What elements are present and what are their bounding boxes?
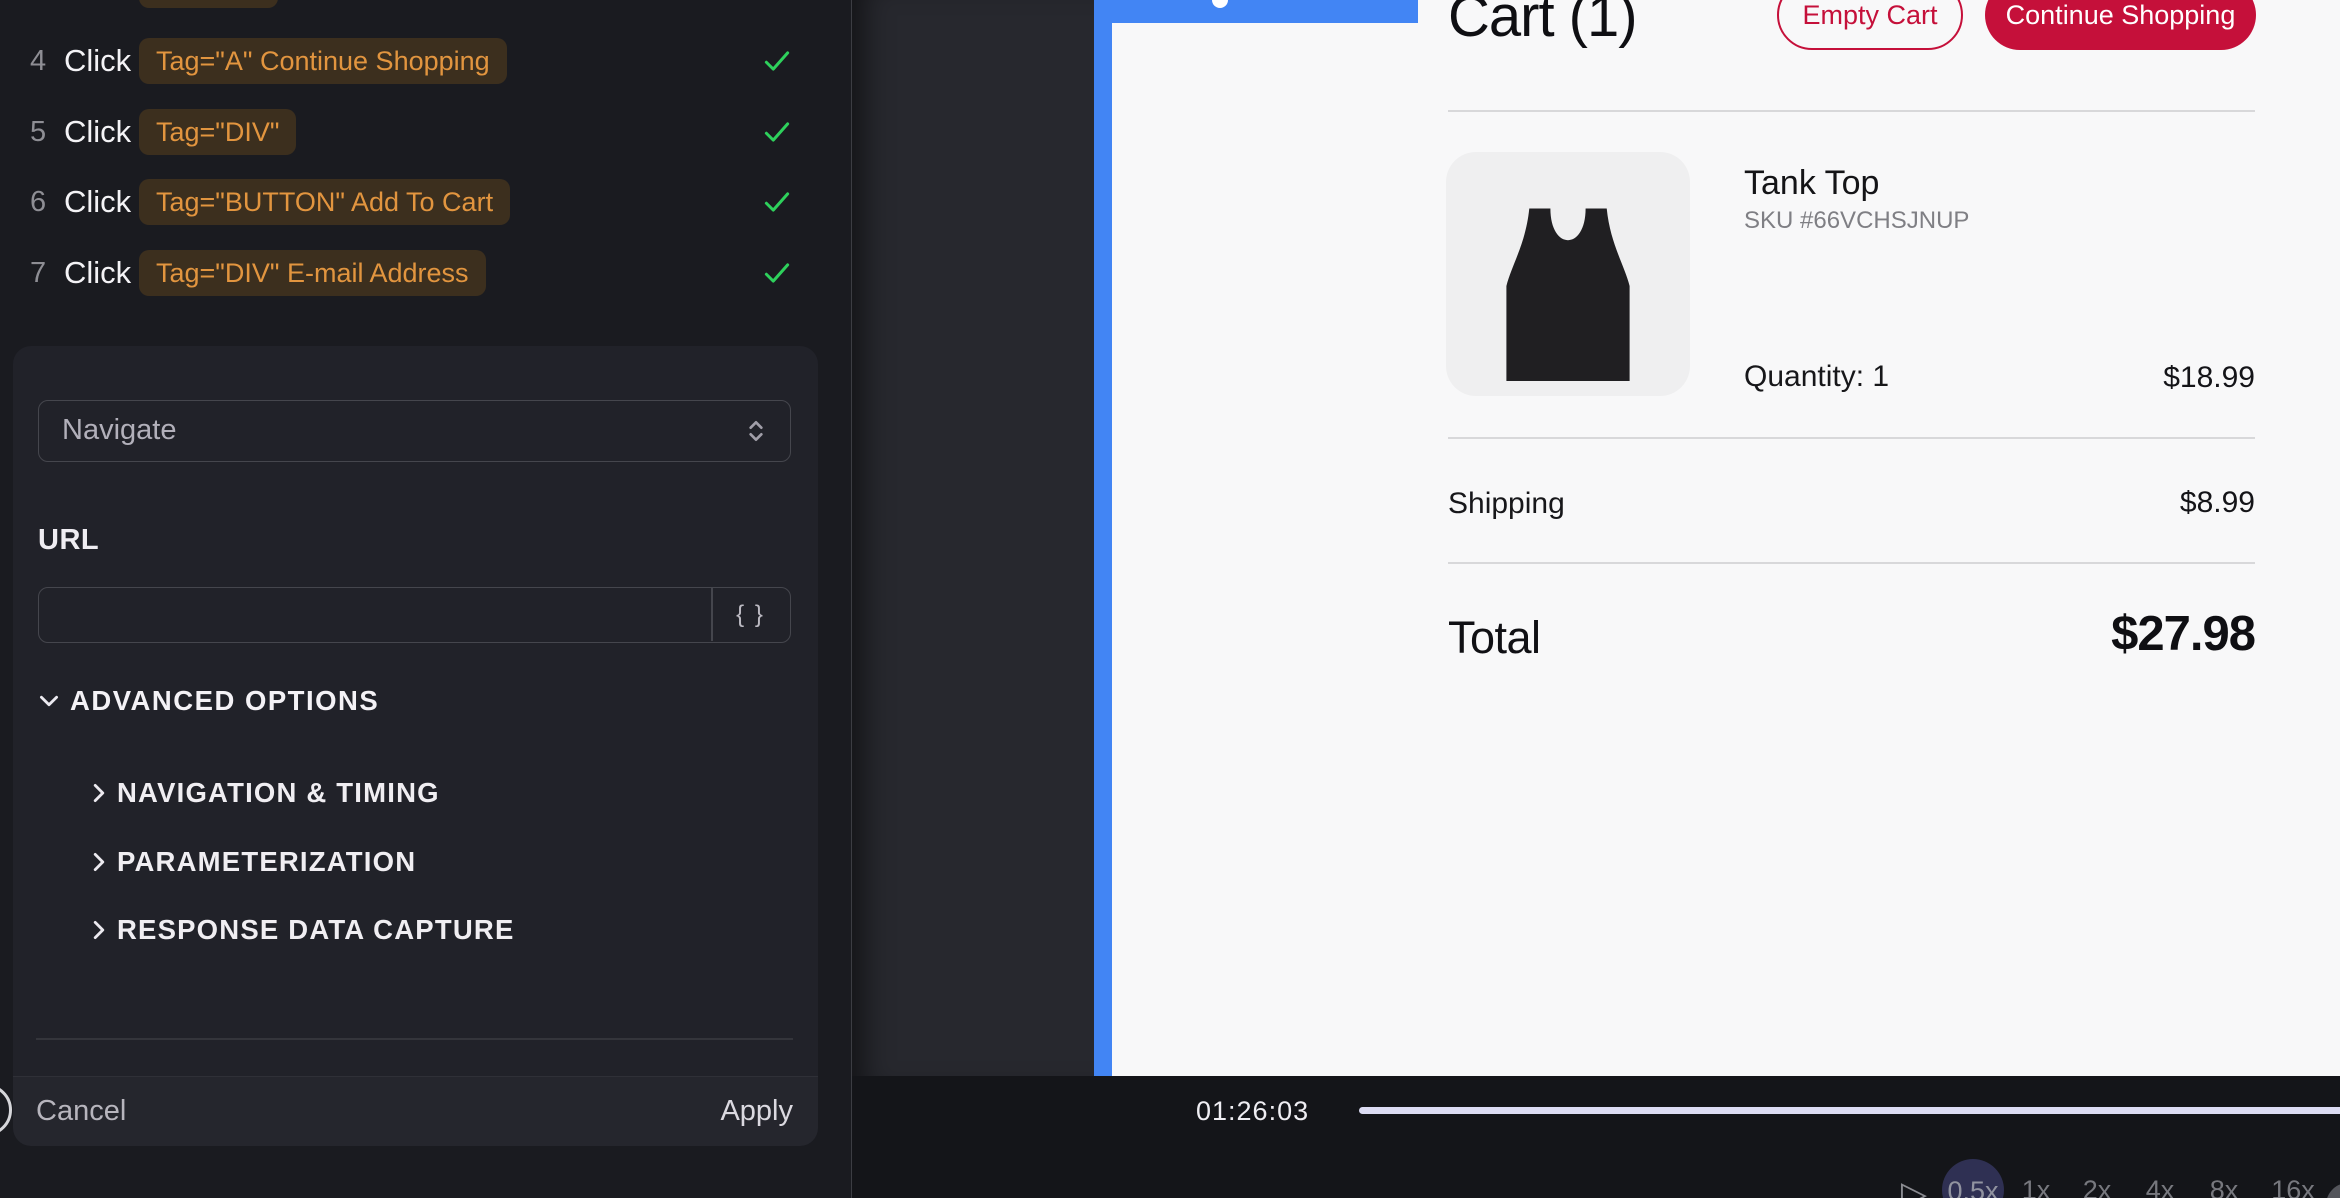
play-icon[interactable]: ▷: [1894, 1174, 1934, 1198]
speed-8x-button[interactable]: 8x: [2194, 1176, 2254, 1198]
cart-page-preview: Cart (1) Empty Cart Continue Shopping Ta…: [1112, 0, 2340, 1076]
speed-1x-button[interactable]: 1x: [2006, 1176, 2066, 1198]
preview-letterbox: [852, 0, 1094, 1076]
player-bar: 01:26:03 ▷ 0.5x 1x 2x 4x 8x 16x: [852, 1076, 2340, 1198]
step-tag-pill[interactable]: Tag="A" Continue Shopping: [139, 38, 507, 84]
step-tag-pill[interactable]: Tag="BUTTON" Add To Cart: [139, 179, 510, 225]
speed-16x-button[interactable]: 16x: [2263, 1176, 2323, 1198]
check-icon: [762, 46, 792, 76]
total-price: $27.98: [2111, 606, 2255, 662]
header-divider: [1448, 110, 2255, 112]
playback-progress-bar[interactable]: [1359, 1107, 2340, 1114]
url-field-label: URL: [38, 524, 99, 557]
step-action-label: Click: [64, 179, 131, 225]
step-tag-pill[interactable]: Tag="DIV": [139, 109, 296, 155]
section-response-data-capture[interactable]: RESPONSE DATA CAPTURE: [117, 916, 515, 944]
section-navigation-timing[interactable]: NAVIGATION & TIMING: [117, 779, 440, 807]
app-window: 4 Click Tag="A" Continue Shopping 5 Clic…: [0, 0, 2340, 1198]
step-row-7[interactable]: 7 Click Tag="DIV" E-mail Address: [0, 250, 851, 296]
product-quantity: Quantity: 1: [1744, 360, 1889, 394]
edge-handle-partial[interactable]: [0, 1084, 12, 1136]
shipping-label: Shipping: [1448, 487, 1565, 521]
empty-cart-button[interactable]: Empty Cart: [1777, 0, 1963, 50]
step-row-5[interactable]: 5 Click Tag="DIV": [0, 109, 851, 155]
cart-title: Cart (1): [1448, 0, 1637, 50]
chevron-down-icon[interactable]: [36, 688, 62, 714]
step-number: 4: [30, 38, 56, 84]
step-editor-panel: Navigate URL { } ADVANCED OPTIONS NAVIGA…: [13, 346, 818, 1146]
apply-button[interactable]: Apply: [720, 1077, 793, 1145]
check-icon: [762, 117, 792, 147]
row-divider: [1448, 437, 2255, 439]
speed-4x-button[interactable]: 4x: [2130, 1176, 2190, 1198]
highlight-overlay-bar: [1094, 0, 1418, 23]
action-type-select[interactable]: Navigate: [38, 400, 791, 462]
chevron-right-icon[interactable]: [86, 917, 112, 943]
tank-top-photo: [1480, 190, 1656, 396]
product-sku: SKU #66VCHSJNUP: [1744, 207, 1969, 235]
product-price: $18.99: [2163, 361, 2255, 395]
step-number: 6: [30, 179, 56, 225]
speed-2x-button[interactable]: 2x: [2067, 1176, 2127, 1198]
continue-shopping-button[interactable]: Continue Shopping: [1985, 0, 2256, 50]
chevron-right-icon[interactable]: [86, 780, 112, 806]
step-row-6[interactable]: 6 Click Tag="BUTTON" Add To Cart: [0, 179, 851, 225]
panel-footer: Cancel Apply: [13, 1076, 818, 1146]
step-3-tag-pill-partial[interactable]: [139, 0, 278, 8]
step-action-label: Click: [64, 38, 131, 84]
step-number: 5: [30, 109, 56, 155]
url-input[interactable]: [39, 588, 709, 641]
action-type-value: Navigate: [62, 401, 176, 460]
total-label: Total: [1448, 612, 1541, 664]
row-divider: [1448, 562, 2255, 564]
partial-letter-glyph: [1212, 0, 1228, 8]
chevron-right-icon[interactable]: [86, 849, 112, 875]
advanced-options-header[interactable]: ADVANCED OPTIONS: [70, 687, 379, 715]
select-updown-icon: [740, 415, 772, 447]
step-tag-pill[interactable]: Tag="DIV" E-mail Address: [139, 250, 486, 296]
url-field: { }: [38, 587, 791, 643]
check-icon: [762, 258, 792, 288]
section-parameterization[interactable]: PARAMETERIZATION: [117, 848, 416, 876]
speed-label: 0.5x: [1947, 1176, 1998, 1198]
step-action-label: Click: [64, 250, 131, 296]
step-action-label: Click: [64, 109, 131, 155]
insert-variable-button[interactable]: { }: [712, 588, 789, 641]
highlight-overlay-strip: [1094, 0, 1112, 1076]
steps-sidebar: 4 Click Tag="A" Continue Shopping 5 Clic…: [0, 0, 851, 1198]
speed-0.5x-button-active[interactable]: 0.5x: [1942, 1159, 2004, 1198]
playback-timestamp: 01:26:03: [1196, 1095, 1309, 1127]
product-name: Tank Top: [1744, 164, 1879, 203]
cancel-button[interactable]: Cancel: [36, 1077, 126, 1145]
player-menu-button-partial[interactable]: [2326, 1183, 2340, 1198]
step-number: 7: [30, 250, 56, 296]
check-icon: [762, 187, 792, 217]
panel-divider: [36, 1038, 793, 1040]
product-image: [1446, 152, 1690, 396]
step-row-4[interactable]: 4 Click Tag="A" Continue Shopping: [0, 38, 851, 84]
shipping-price: $8.99: [2180, 486, 2255, 520]
